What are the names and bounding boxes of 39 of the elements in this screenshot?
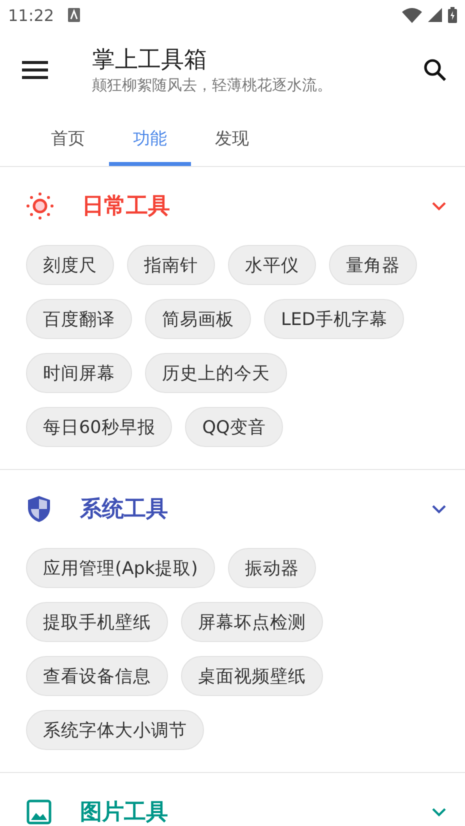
- tool-chip[interactable]: 时间屏幕: [26, 353, 132, 393]
- tool-chip[interactable]: 历史上的今天: [145, 353, 287, 393]
- section-title: 系统工具: [80, 496, 169, 524]
- tool-chip[interactable]: 水平仪: [228, 245, 316, 285]
- tool-chip[interactable]: 百度翻译: [26, 299, 132, 339]
- notification-icon: [68, 8, 80, 22]
- shield-icon: [26, 495, 52, 523]
- tool-chip[interactable]: 提取手机壁纸: [26, 602, 168, 642]
- chevron-down-icon[interactable]: [431, 201, 447, 211]
- app-subtitle: 颠狂柳絮随风去，轻薄桃花逐水流。: [92, 75, 333, 95]
- tool-chip[interactable]: 量角器: [329, 245, 417, 285]
- tool-chip[interactable]: QQ变音: [185, 407, 283, 447]
- tool-chip[interactable]: LED手机字幕: [264, 299, 404, 339]
- tool-chip[interactable]: 屏幕坏点检测: [181, 602, 323, 642]
- tool-chip[interactable]: 系统字体大小调节: [26, 710, 204, 750]
- tab[interactable]: 功能: [109, 110, 191, 166]
- image-icon: [26, 799, 52, 825]
- search-button[interactable]: [423, 58, 447, 82]
- tool-chip[interactable]: 指南针: [127, 245, 215, 285]
- tool-chip[interactable]: 振动器: [228, 548, 316, 588]
- tab[interactable]: 首页: [27, 110, 109, 166]
- chevron-down-icon[interactable]: [431, 807, 447, 817]
- sun-icon: [26, 192, 54, 220]
- tool-chip[interactable]: 应用管理(Apk提取): [26, 548, 215, 588]
- app-title: 掌上工具箱: [92, 46, 208, 75]
- menu-button[interactable]: [22, 60, 48, 80]
- chevron-down-icon[interactable]: [431, 504, 447, 514]
- tool-chip[interactable]: 查看设备信息: [26, 656, 168, 696]
- section-title: 日常工具: [82, 193, 171, 221]
- status-time: 11:22: [8, 6, 54, 24]
- battery-icon: [448, 7, 457, 23]
- signal-icon: [428, 8, 442, 22]
- tool-chip[interactable]: 每日60秒早报: [26, 407, 172, 447]
- tool-chip[interactable]: 简易画板: [145, 299, 251, 339]
- tool-chip[interactable]: 刻度尺: [26, 245, 114, 285]
- wifi-icon: [402, 8, 422, 22]
- tool-chip[interactable]: 桌面视频壁纸: [181, 656, 323, 696]
- section-title: 图片工具: [80, 799, 169, 826]
- tab[interactable]: 发现: [191, 110, 273, 166]
